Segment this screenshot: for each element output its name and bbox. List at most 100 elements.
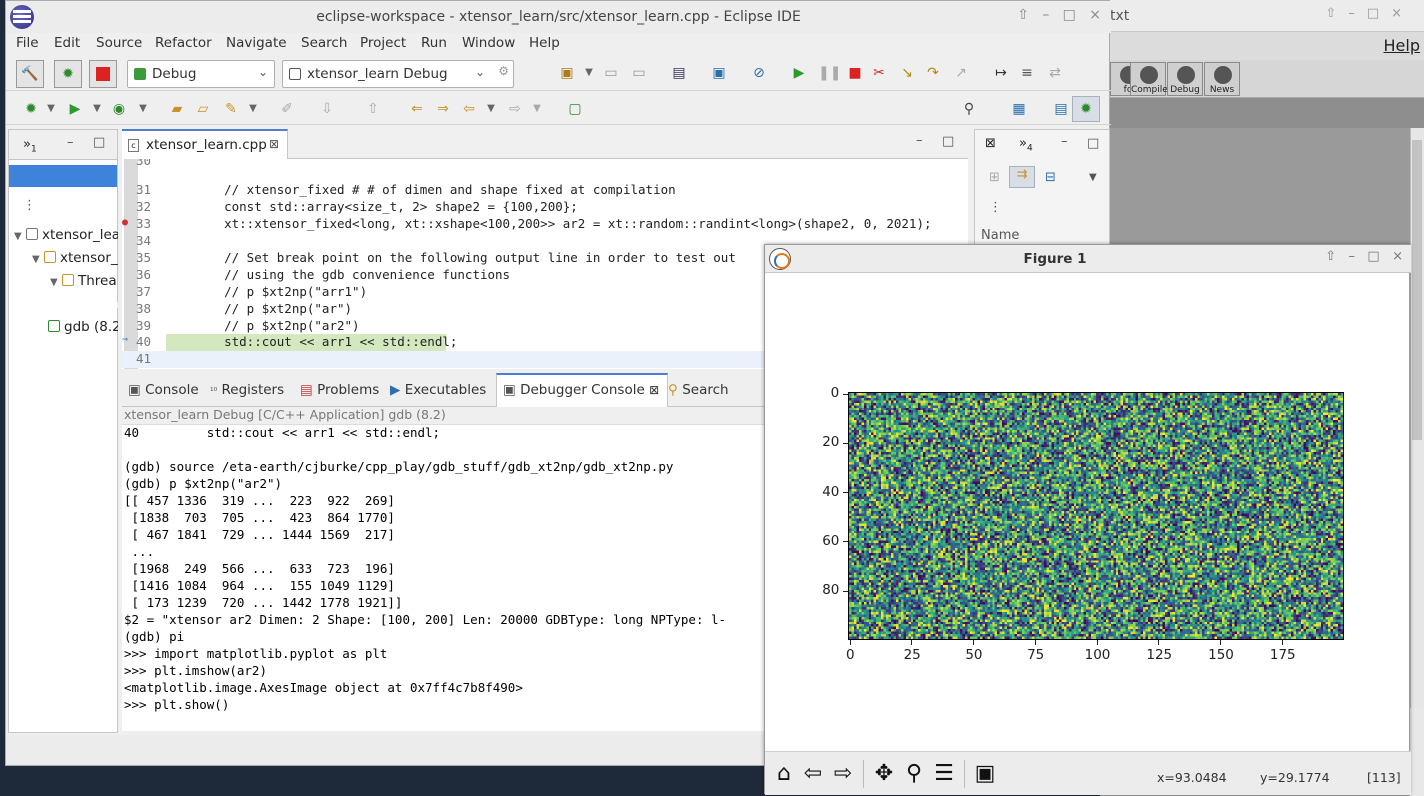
tab-registers[interactable]: ¹⁰ Registers (210, 382, 284, 398)
debug-button[interactable]: Debug (1167, 62, 1203, 96)
tab-search[interactable]: ⚲ Search (668, 382, 729, 398)
tree-item-thread[interactable]: ▼ Threa (50, 273, 118, 289)
menu-edit[interactable]: Edit (54, 35, 80, 51)
tree-item-app[interactable]: ▼ xtensor_ (32, 250, 118, 266)
tab-debugger-console[interactable]: ▣ Debugger Console ⊠ (496, 373, 669, 407)
step-return-icon[interactable]: ↗ (952, 64, 970, 82)
list-icon[interactable]: ≡ (1018, 64, 1036, 82)
build-hammer-icon[interactable]: 🔨 (16, 60, 44, 88)
news-button[interactable]: News (1204, 62, 1240, 96)
open-perspective-icon[interactable]: ▦ (1010, 100, 1028, 118)
background-scrollbar-thumb[interactable] (1412, 140, 1422, 440)
show-type-names-icon[interactable]: ⇉ (1009, 166, 1035, 188)
tab-editor-file[interactable]: c xtensor_learn.cpp ⊠ (122, 129, 288, 159)
view-menu-icon[interactable]: ▼ (1089, 172, 1097, 183)
background-window-controls[interactable]: ⇧–□× (1325, 6, 1414, 21)
maximize-icon[interactable]: □ (93, 135, 105, 150)
open-type-icon[interactable]: ▱ (194, 100, 212, 118)
debug-bug-icon[interactable]: ✹ (54, 60, 82, 88)
debug-launch-icon[interactable]: ✹ (22, 100, 40, 118)
menu-help[interactable]: Help (529, 35, 560, 51)
chevron-down-icon[interactable]: ▼ (88, 100, 106, 118)
eclipse-window-controls[interactable]: ⇧ – □ × (1017, 7, 1101, 23)
debug-view-tab[interactable]: »1 (23, 137, 37, 155)
compile-button[interactable]: Compile (1130, 62, 1168, 96)
more-icon[interactable]: ⋮ (989, 200, 1002, 215)
chevron-down-icon[interactable]: ▼ (528, 100, 546, 118)
tree-item-project[interactable]: ▼ xtensor_lea (14, 227, 118, 243)
chevron-down-icon[interactable]: ▼ (134, 100, 152, 118)
chevron-down-icon[interactable]: ▼ (244, 100, 262, 118)
maximize-icon[interactable]: □ (942, 134, 954, 149)
last-edit-icon[interactable]: ⇐ (408, 100, 426, 118)
minimize-icon[interactable]: – (67, 135, 74, 150)
binary-icon[interactable]: ▤ (670, 64, 688, 82)
c-perspective-icon[interactable]: ▤ (1052, 100, 1070, 118)
maximize-icon[interactable]: □ (1087, 136, 1099, 151)
step-over-icon[interactable]: ↷ (924, 64, 942, 82)
back-icon[interactable]: ⇦ (460, 100, 478, 118)
new-icon[interactable]: ▣ (558, 64, 576, 82)
menu-run[interactable]: Run (421, 35, 447, 51)
search-icon[interactable]: ⚲ (960, 100, 978, 118)
next-edit-icon[interactable]: ⇒ (434, 100, 452, 118)
launch-config-select[interactable]: xtensor_learn Debug ⌄ ⚙ (282, 60, 514, 88)
tree-selection-row[interactable] (9, 165, 117, 187)
menu-project[interactable]: Project (360, 35, 406, 51)
collapse-all-icon[interactable]: ⊟ (1045, 170, 1056, 185)
mark-icon[interactable]: ✐ (278, 100, 296, 118)
debug-perspective-icon[interactable]: ✹ (1072, 96, 1100, 122)
tab-console[interactable]: ▣ Console (128, 382, 199, 398)
variables-tab[interactable]: »4 (1019, 136, 1033, 154)
figure-window-controls[interactable]: ⇧ – □ × (1325, 249, 1403, 264)
breakpoint-icon[interactable]: ● (122, 217, 128, 228)
open-folder-icon[interactable]: ▰ (168, 100, 186, 118)
heatmap-axes[interactable] (848, 392, 1344, 640)
minimize-icon[interactable]: – (1061, 134, 1068, 149)
tab-problems[interactable]: ▤ Problems (300, 382, 379, 398)
menu-window[interactable]: Window (462, 35, 515, 51)
more-icon[interactable]: ⋮ (23, 198, 36, 213)
minimize-icon[interactable]: – (916, 133, 923, 148)
coverage-icon[interactable]: ◉ (110, 100, 128, 118)
save-icon[interactable]: ▣ (971, 760, 999, 788)
launch-mode-select[interactable]: Debug ⌄ (127, 60, 275, 88)
zoom-icon[interactable]: ⚲ (900, 760, 928, 788)
tab-executables[interactable]: ▶ Executables (390, 382, 486, 398)
back-icon[interactable]: ⇦ (799, 760, 827, 788)
home-icon[interactable]: ⌂ (770, 760, 798, 788)
save-icon[interactable]: ▭ (602, 64, 620, 82)
close-icon[interactable]: ⊠ (269, 137, 279, 151)
chevron-down-icon[interactable]: ▼ (42, 100, 60, 118)
next-annotation-icon[interactable]: ⇩ (318, 100, 336, 118)
chevron-down-icon[interactable]: ▼ (482, 100, 500, 118)
wand-icon[interactable]: ✎ (222, 100, 240, 118)
tree-item-gdb[interactable]: gdb (8.2 (48, 319, 118, 335)
menu-navigate[interactable]: Navigate (226, 35, 287, 51)
skip-breakpoints-icon[interactable]: ⊘ (750, 64, 768, 82)
forward-icon[interactable]: ⇨ (829, 760, 857, 788)
stop-icon[interactable] (89, 60, 117, 88)
instruction-stepping-icon[interactable]: ↦ (992, 64, 1010, 82)
gear-icon[interactable]: ⚙ (498, 64, 509, 78)
run-icon[interactable]: ▶ (66, 100, 84, 118)
save-all-icon[interactable]: ▭ (630, 64, 648, 82)
menu-search[interactable]: Search (301, 35, 347, 51)
menu-file[interactable]: File (16, 35, 39, 51)
configure-icon[interactable]: ☰ (930, 760, 958, 788)
menu-refactor[interactable]: Refactor (155, 35, 212, 51)
terminal-icon[interactable]: ▣ (710, 64, 728, 82)
drop-frame-icon[interactable]: ⇄ (1046, 64, 1064, 82)
chevron-down-icon[interactable]: ▼ (580, 64, 598, 82)
close-icon[interactable]: ⊠ (649, 383, 659, 397)
menu-source[interactable]: Source (96, 35, 142, 51)
close-icon[interactable]: ⊠ (985, 136, 996, 151)
collapse-icon[interactable]: ⊞ (989, 170, 1000, 185)
help-menu[interactable]: Help (1384, 36, 1420, 55)
disconnect-icon[interactable]: ✂ (870, 64, 888, 82)
pan-icon[interactable]: ✥ (870, 760, 898, 788)
prev-annotation-icon[interactable]: ⇧ (364, 100, 382, 118)
terminate-icon[interactable]: ■ (846, 64, 864, 82)
suspend-icon[interactable]: ❚❚ (818, 64, 841, 82)
pin-editor-icon[interactable]: ▢ (566, 100, 584, 118)
